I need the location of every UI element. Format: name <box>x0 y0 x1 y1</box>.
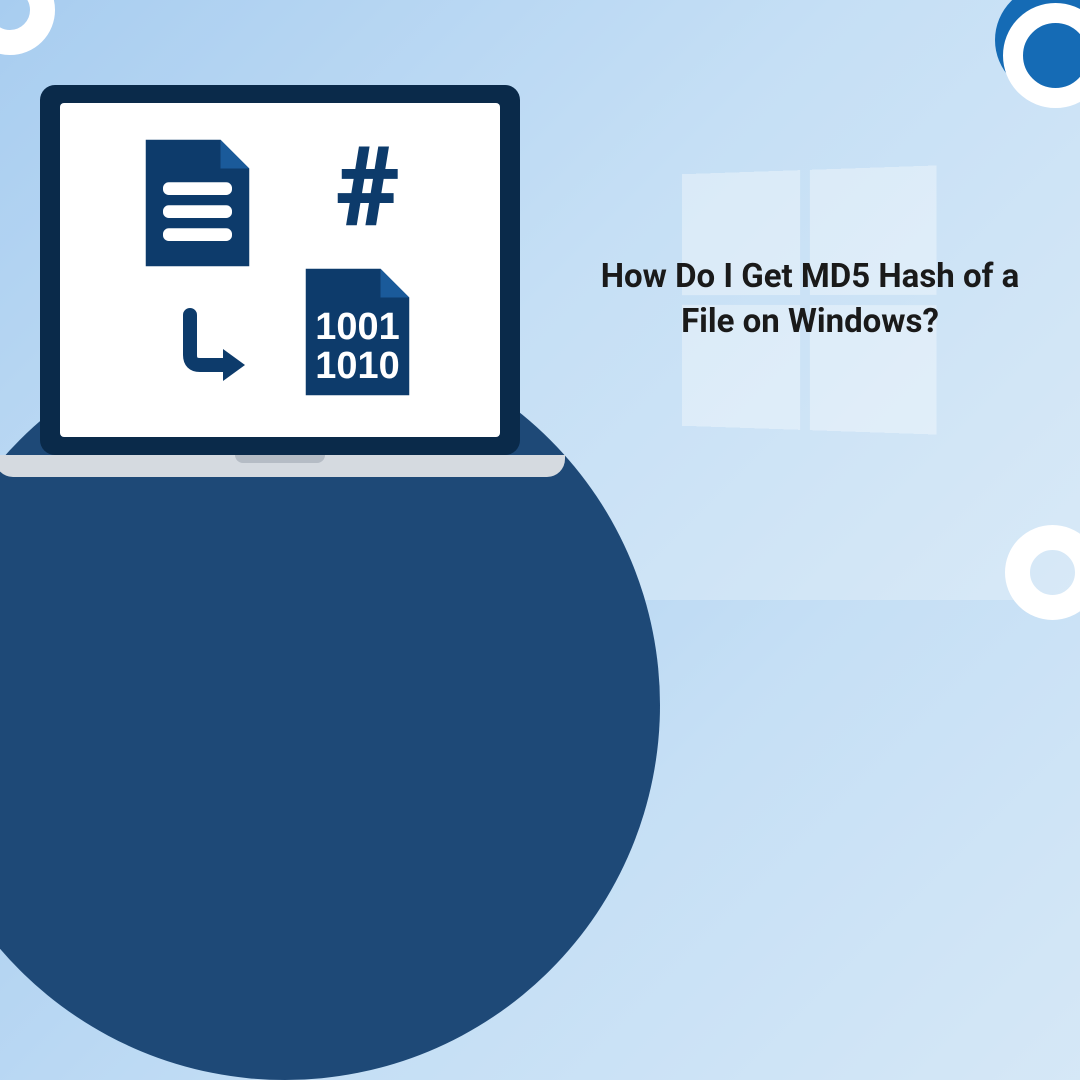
laptop-illustration: # 1001 1010 <box>40 85 565 477</box>
laptop-frame: # 1001 1010 <box>40 85 520 455</box>
svg-text:1010: 1010 <box>315 345 399 387</box>
decorative-ring-top-left <box>0 0 55 55</box>
document-icon <box>140 133 255 273</box>
svg-text:1001: 1001 <box>315 306 399 348</box>
laptop-base <box>0 455 565 477</box>
arrow-icon <box>175 307 255 387</box>
decorative-ring-bottom-right <box>1005 525 1080 620</box>
hash-icon: # <box>336 133 400 243</box>
decorative-circle-top-right <box>995 0 1080 95</box>
laptop-screen: # 1001 1010 <box>60 103 500 437</box>
binary-file-icon: 1001 1010 <box>300 262 415 402</box>
article-title: How Do I Get MD5 Hash of a File on Windo… <box>600 255 1020 344</box>
